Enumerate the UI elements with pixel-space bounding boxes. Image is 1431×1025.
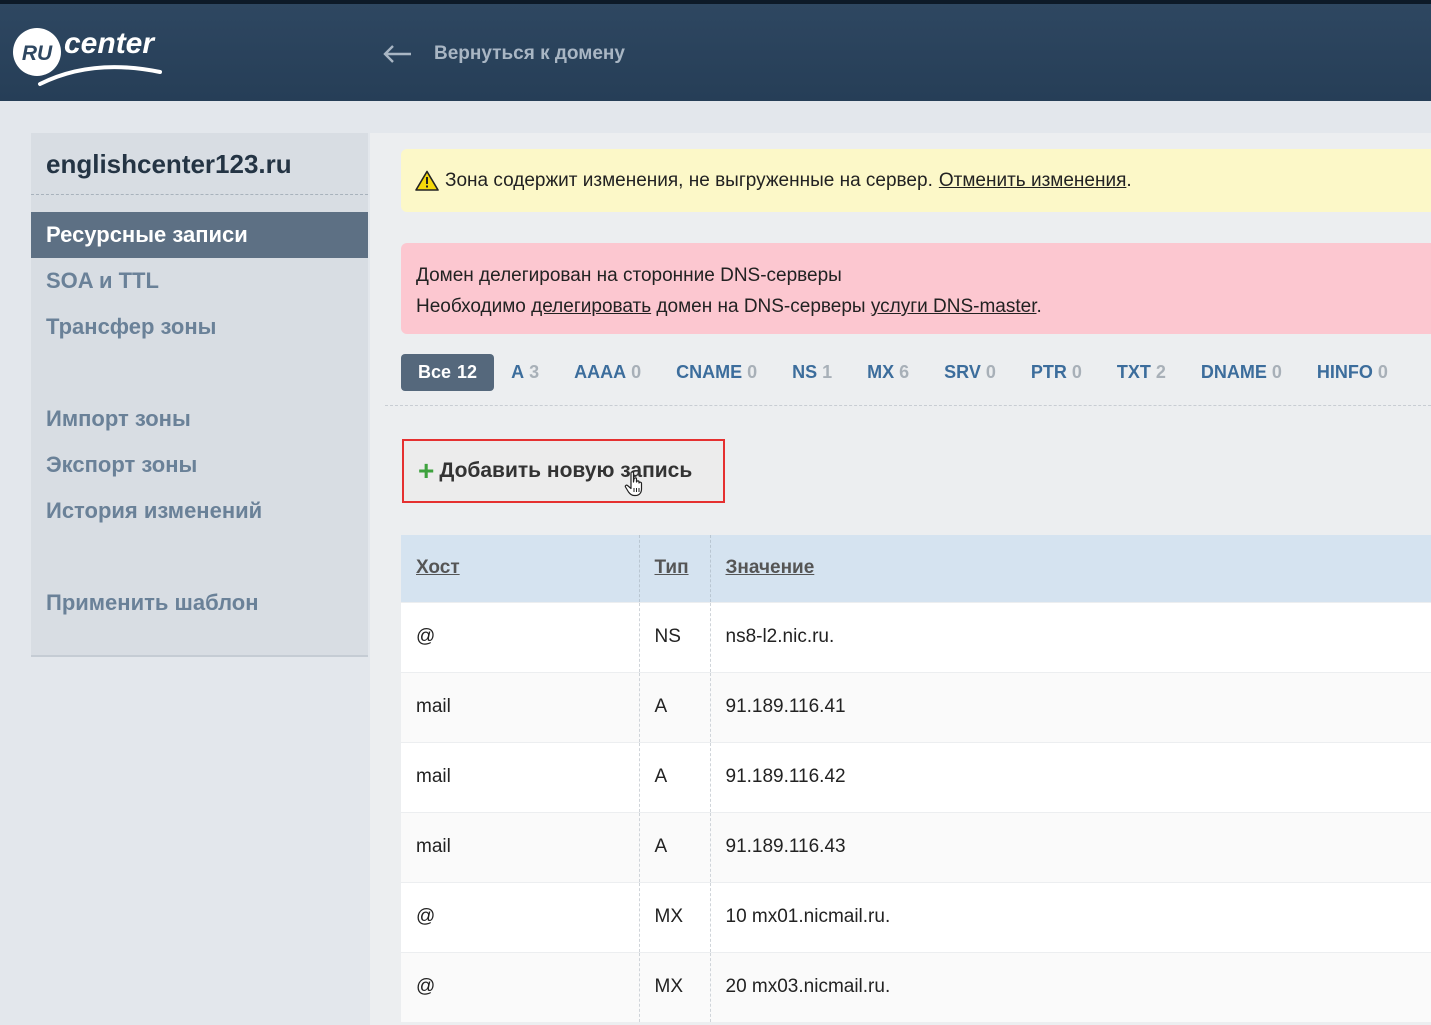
table-row[interactable]: mail A 91.189.116.41 [401, 671, 1431, 742]
cell-host: @ [401, 601, 640, 672]
table-row[interactable]: @ MX 20 mx03.nicmail.ru. [401, 951, 1431, 1022]
table-row[interactable]: @ MX 10 mx01.nicmail.ru. [401, 881, 1431, 952]
plus-icon: + [418, 455, 435, 486]
cell-host: @ [401, 881, 640, 952]
cell-type: NS [639, 601, 711, 672]
hand-cursor-icon [624, 471, 643, 497]
warning-text: Зона содержит изменения, не выгруженные … [445, 169, 933, 191]
cell-value: ns8-l2.nic.ru. [710, 601, 1431, 672]
filter-a[interactable]: A3 [511, 362, 539, 383]
ru-center-logo[interactable]: RU center [12, 18, 172, 90]
sidebar-item-change-history[interactable]: История изменений [31, 488, 368, 534]
filter-ns[interactable]: NS 1 [792, 362, 832, 383]
add-record-button[interactable]: + Добавить новую запись [402, 439, 725, 503]
error-line-2: Необходимо делегировать домен на DNS-сер… [416, 291, 1431, 322]
delegate-link[interactable]: делегировать [531, 296, 651, 317]
filter-mx[interactable]: MX 6 [867, 362, 909, 383]
column-header-host[interactable]: Хост [401, 535, 640, 602]
filter-cname[interactable]: CNAME 0 [676, 362, 757, 383]
cell-type: MX [639, 881, 711, 952]
filter-aaaa[interactable]: AAAA 0 [574, 362, 641, 383]
sidebar-item-zone-transfer[interactable]: Трансфер зоны [31, 304, 368, 350]
error-text: домен на DNS-серверы [656, 296, 866, 317]
delegation-error-banner: Домен делегирован на сторонние DNS-серве… [401, 243, 1431, 334]
divider [31, 194, 368, 195]
cell-host: mail [401, 741, 640, 812]
unsaved-changes-banner: Зона содержит изменения, не выгруженные … [401, 149, 1431, 212]
column-header-type[interactable]: Тип [639, 535, 711, 602]
cell-value: 91.189.116.42 [710, 741, 1431, 812]
filter-ptr[interactable]: PTR 0 [1031, 362, 1082, 383]
filter-hinfo[interactable]: HINFO 0 [1317, 362, 1388, 383]
back-link-label: Вернуться к домену [434, 43, 625, 64]
filter-srv[interactable]: SRV 0 [944, 362, 996, 383]
cell-value: 10 mx01.nicmail.ru. [710, 881, 1431, 952]
cell-type: A [639, 741, 711, 812]
cell-type: MX [639, 951, 711, 1022]
sidebar-item-zone-export[interactable]: Экспорт зоны [31, 442, 368, 488]
filter-txt[interactable]: TXT 2 [1117, 362, 1166, 383]
cell-value: 91.189.116.41 [710, 671, 1431, 742]
error-line-1: Домен делегирован на сторонние DNS-серве… [416, 265, 842, 286]
divider [385, 405, 1431, 406]
add-record-label: Добавить новую запись [439, 459, 693, 482]
error-text: Необходимо [416, 296, 526, 317]
table-row[interactable]: @ NS ns8-l2.nic.ru. [401, 601, 1431, 672]
cell-value: 20 mx03.nicmail.ru. [710, 951, 1431, 1022]
svg-text:center: center [64, 27, 156, 60]
svg-text:RU: RU [22, 42, 53, 65]
sidebar-item-zone-import[interactable]: Импорт зоны [31, 396, 368, 442]
cell-host: @ [401, 951, 640, 1022]
dns-records-table: Хост Тип Значение @ NS ns8-l2.nic.ru. ma… [401, 535, 1431, 1022]
cell-value: 91.189.116.43 [710, 811, 1431, 882]
table-row[interactable]: mail A 91.189.116.43 [401, 811, 1431, 882]
cell-type: A [639, 811, 711, 882]
dns-master-service-link[interactable]: услуги DNS-master [871, 296, 1037, 317]
warning-period: . [1126, 169, 1132, 191]
back-to-domain-link[interactable]: Вернуться к домену [382, 38, 625, 70]
arrow-left-icon [383, 45, 411, 63]
column-header-value[interactable]: Значение [710, 535, 1431, 602]
warning-icon [415, 170, 439, 191]
sidebar-item-resource-records[interactable]: Ресурсные записи [31, 212, 368, 258]
table-header-row: Хост Тип Значение [401, 535, 1431, 602]
cell-host: mail [401, 671, 640, 742]
sidebar-item-apply-template[interactable]: Применить шаблон [31, 580, 368, 626]
table-row[interactable]: mail A 91.189.116.42 [401, 741, 1431, 812]
main-content: Зона содержит изменения, не выгруженные … [370, 133, 1431, 1025]
cell-host: mail [401, 811, 640, 882]
sidebar-item-soa-ttl[interactable]: SOA и TTL [31, 258, 368, 304]
sidebar: englishcenter123.ru Ресурсные записи SOA… [31, 133, 368, 657]
cell-type: A [639, 671, 711, 742]
filter-dname[interactable]: DNAME 0 [1201, 362, 1282, 383]
top-header: RU center Вернуться к домену [0, 0, 1431, 101]
domain-title: englishcenter123.ru [46, 149, 292, 179]
cancel-changes-link[interactable]: Отменить изменения [939, 170, 1127, 192]
error-period: . [1036, 296, 1042, 317]
record-type-filters: Все 12 A3 AAAA 0 CNAME 0 NS 1 MX 6 SRV 0 PTR 0 … [401, 354, 1423, 391]
filter-all[interactable]: Все 12 [401, 354, 495, 391]
